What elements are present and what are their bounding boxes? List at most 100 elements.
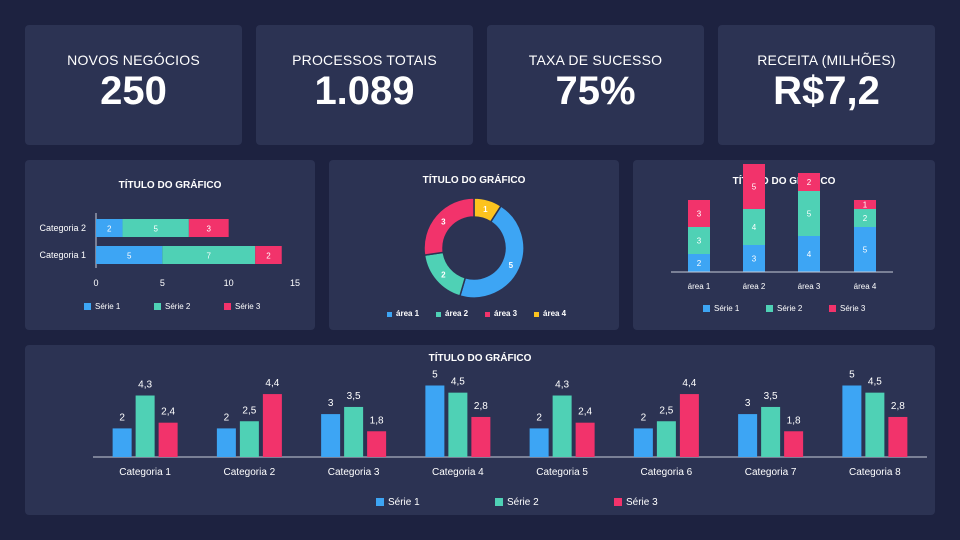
legend-swatch — [485, 312, 490, 317]
clustered-column-chart: 2 4,3 2,4 Categoria 1 2 2,5 4,4 Categoria 2 3 3,5… — [93, 370, 927, 508]
kpi-card-novos-negocios: NOVOS NEGÓCIOS 250 — [25, 25, 242, 145]
legend-swatch — [436, 312, 441, 317]
legend-swatch — [614, 498, 622, 506]
data-label: 5 — [849, 370, 855, 381]
kpi-value: 1.089 — [314, 69, 415, 113]
data-label: 5 — [432, 370, 438, 381]
category-label: Categoria 2 — [224, 467, 276, 478]
data-label: 2,8 — [891, 401, 905, 412]
data-label: 5 — [752, 183, 757, 192]
data-label: 5 — [863, 246, 868, 255]
bar — [262, 394, 282, 457]
bar — [888, 416, 908, 457]
bar — [738, 414, 758, 457]
legend-label: Série 1 — [714, 304, 740, 313]
kpi-value: 75% — [555, 69, 636, 113]
data-label: 4,4 — [682, 378, 696, 389]
data-label: 3 — [697, 210, 702, 219]
donut-slice — [423, 197, 475, 256]
data-label: 3 — [441, 217, 446, 226]
bar — [529, 428, 549, 457]
data-label: 2 — [697, 259, 702, 268]
data-label: 4,4 — [265, 378, 279, 389]
legend-swatch — [224, 303, 231, 310]
data-label: 2 — [641, 412, 647, 423]
data-label: 4,5 — [868, 377, 882, 388]
data-label: 3 — [697, 237, 702, 246]
bar — [575, 422, 595, 457]
data-label: 5 — [127, 252, 132, 261]
category-label: área 4 — [854, 282, 877, 291]
kpi-card-receita: RECEITA (MILHÕES) R$7,2 — [718, 25, 935, 145]
legend-label: área 3 — [494, 309, 518, 318]
legend-swatch — [376, 498, 384, 506]
data-label: 4,3 — [138, 380, 152, 391]
category-label: Categoria 3 — [328, 467, 380, 478]
data-label: 3,5 — [347, 391, 361, 402]
category-label: área 2 — [743, 282, 766, 291]
data-label: 2 — [266, 252, 271, 261]
x-tick-label: 15 — [290, 278, 300, 288]
category-label: Categoria 5 — [536, 467, 588, 478]
data-label: 2 — [807, 178, 812, 187]
kpi-label: TAXA DE SUCESSO — [528, 52, 663, 68]
legend-swatch — [387, 312, 392, 317]
chart-card-stacked-columns: TÍTULO DO GRÁFICO 2 3 3 área 1 3 4 5 área 2452á… — [633, 160, 935, 330]
chart-card-clustered-columns: TÍTULO DO GRÁFICO 2 4,3 2,4 Categoria 1 2 2,5… — [25, 345, 935, 515]
chart-card-horizontal-bars: TÍTULO DO GRÁFICO Categoria 1 5 7 2 Categori… — [25, 160, 315, 330]
kpi-card-taxa-de-sucesso: TAXA DE SUCESSO 75% — [487, 25, 704, 145]
legend-swatch — [766, 305, 773, 312]
data-label: 1 — [863, 201, 868, 210]
category-label: Categoria 7 — [745, 467, 797, 478]
legend-label: Série 1 — [388, 497, 420, 508]
x-tick-label: 10 — [224, 278, 234, 288]
data-label: 3 — [745, 398, 751, 409]
data-label: 3 — [328, 398, 334, 409]
bar — [112, 428, 132, 457]
category-label: Categoria 1 — [119, 467, 171, 478]
data-label: 5 — [153, 225, 158, 234]
data-label: 3,5 — [764, 391, 778, 402]
category-label: Categoria 2 — [39, 223, 86, 233]
bar — [761, 406, 781, 457]
legend-swatch — [534, 312, 539, 317]
legend-swatch — [154, 303, 161, 310]
data-label: 1,8 — [787, 415, 801, 426]
data-label: 5 — [807, 210, 812, 219]
legend-swatch — [495, 498, 503, 506]
legend-label: área 4 — [543, 309, 567, 318]
category-label: Categoria 6 — [641, 467, 693, 478]
data-label: 2 — [224, 412, 230, 423]
bar — [471, 416, 491, 457]
legend-label: área 2 — [445, 309, 469, 318]
bar — [679, 394, 699, 457]
bar — [448, 392, 468, 457]
category-label: Categoria 8 — [849, 467, 901, 478]
data-label: 4 — [807, 250, 812, 259]
bar — [239, 421, 259, 457]
bar — [216, 428, 236, 457]
bar — [321, 414, 341, 457]
category-label: Categoria 1 — [39, 250, 86, 260]
data-label: 3 — [752, 255, 757, 264]
data-label: 5 — [509, 261, 514, 270]
legend-label: Série 3 — [626, 497, 658, 508]
bar — [135, 395, 155, 457]
legend-swatch — [829, 305, 836, 312]
bar — [552, 395, 572, 457]
legend-label: Série 1 — [95, 302, 121, 311]
x-tick-label: 0 — [93, 278, 98, 288]
legend-label: Série 2 — [507, 497, 539, 508]
data-label: 4,3 — [555, 380, 569, 391]
legend-label: Série 2 — [165, 302, 191, 311]
data-label: 2 — [536, 412, 542, 423]
kpi-label: NOVOS NEGÓCIOS — [67, 52, 200, 68]
kpi-label: PROCESSOS TOTAIS — [292, 52, 437, 68]
legend-label: Série 3 — [840, 304, 866, 313]
kpi-card-processos-totais: PROCESSOS TOTAIS 1.089 — [256, 25, 473, 145]
bar — [784, 431, 804, 457]
category-label: Categoria 4 — [432, 467, 484, 478]
donut-slice — [458, 204, 525, 299]
legend-label: Série 3 — [235, 302, 261, 311]
bar — [865, 392, 885, 457]
